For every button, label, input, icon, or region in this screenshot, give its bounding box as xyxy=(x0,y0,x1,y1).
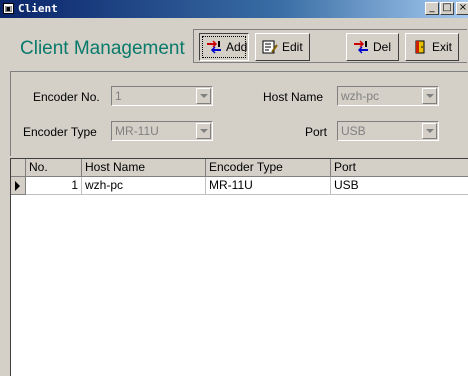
close-button[interactable]: × xyxy=(456,2,468,15)
encoder-type-dropdown-arrow[interactable] xyxy=(196,123,211,139)
maximize-icon: □ xyxy=(442,2,452,13)
table-corner-header xyxy=(11,159,26,177)
add-label: Add xyxy=(226,40,248,54)
column-header-encoder-type[interactable]: Encoder Type xyxy=(206,159,331,177)
delete-icon xyxy=(354,40,368,54)
cell-host-name[interactable]: wzh-pc xyxy=(82,177,206,195)
host-name-value: wzh-pc xyxy=(341,89,380,103)
close-icon: × xyxy=(458,2,468,13)
encoder-form xyxy=(10,71,468,156)
client-table[interactable]: No. Host Name Encoder Type Port 1 wzh-pc… xyxy=(10,158,468,376)
exit-label: Exit xyxy=(432,40,453,54)
host-name-dropdown-arrow[interactable] xyxy=(422,88,437,104)
exit-door-icon xyxy=(415,40,425,54)
column-header-host-name[interactable]: Host Name xyxy=(82,159,206,177)
maximize-button[interactable]: □ xyxy=(440,2,454,15)
toolbar: Add Edit Del Exit xyxy=(193,29,467,63)
del-button[interactable]: Del xyxy=(346,33,399,61)
host-name-combo[interactable]: wzh-pc xyxy=(337,86,439,106)
header: Client Management Add Edit Del Exit xyxy=(0,18,468,66)
column-header-no[interactable]: No. xyxy=(26,159,82,177)
window-title: Client xyxy=(18,2,58,15)
exit-button[interactable]: Exit xyxy=(405,33,459,61)
encoder-no-combo[interactable]: 1 xyxy=(111,86,213,106)
encoder-type-label: Encoder Type xyxy=(23,125,97,139)
cell-port[interactable]: USB xyxy=(331,177,468,195)
column-header-port[interactable]: Port xyxy=(331,159,468,177)
add-button[interactable]: Add xyxy=(199,33,249,61)
del-label: Del xyxy=(373,40,392,54)
add-icon xyxy=(207,40,221,54)
encoder-type-combo[interactable]: MR-11U xyxy=(111,121,213,141)
port-combo[interactable]: USB xyxy=(337,121,439,141)
minimize-icon: _ xyxy=(429,2,435,13)
encoder-no-value: 1 xyxy=(115,89,122,103)
minimize-button[interactable]: _ xyxy=(425,2,439,15)
edit-label: Edit xyxy=(282,40,303,54)
encoder-no-dropdown-arrow[interactable] xyxy=(196,88,211,104)
host-name-label: Host Name xyxy=(263,90,324,104)
row-indicator[interactable] xyxy=(11,177,26,195)
client-window: ▣ Client _ □ × Client Management Add Edi… xyxy=(0,0,468,376)
encoder-type-value: MR-11U xyxy=(115,124,159,138)
edit-icon xyxy=(262,40,278,54)
port-label: Port xyxy=(305,125,328,139)
edit-button[interactable]: Edit xyxy=(255,33,310,61)
port-value: USB xyxy=(341,124,366,138)
app-icon: ▣ xyxy=(3,3,14,14)
title-bar[interactable]: ▣ Client _ □ × xyxy=(0,0,468,18)
cell-no[interactable]: 1 xyxy=(26,177,82,195)
encoder-no-label: Encoder No. xyxy=(33,90,100,104)
page-title: Client Management xyxy=(20,38,185,59)
cell-encoder-type[interactable]: MR-11U xyxy=(206,177,331,195)
port-dropdown-arrow[interactable] xyxy=(422,123,437,139)
